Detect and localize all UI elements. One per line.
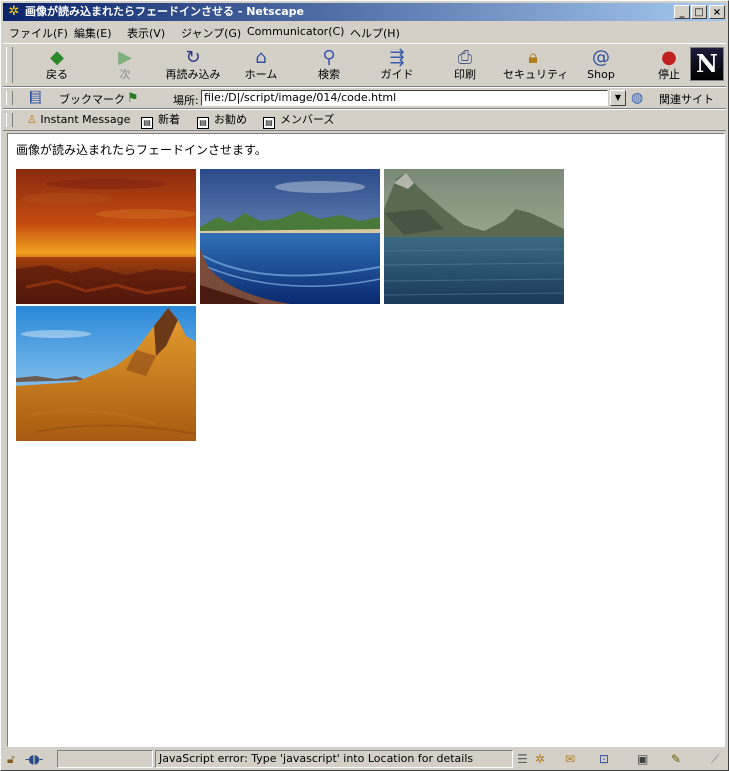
window-title: 画像が読み込まれたらフェードインさせる - Netscape: [25, 5, 304, 18]
menu-file[interactable]: ファイル(F): [9, 25, 68, 41]
sunset-sea-picture: [16, 169, 196, 304]
personal-toolbar: ♙ Instant Message ▤ 新着 ▤ お勧め ▤ メンバーズ: [3, 109, 726, 131]
location-dropdown-button[interactable]: ▼: [610, 90, 626, 106]
discussion-icon[interactable]: ⊡: [599, 752, 609, 766]
minimize-button[interactable]: _: [674, 5, 690, 19]
search-button-label: 検索: [318, 68, 340, 81]
browser-window: ✲ 画像が読み込まれたらフェードインさせる - Netscape _ □ × フ…: [0, 0, 729, 771]
padlock-icon: 🔒︎: [528, 47, 538, 68]
stop-icon: ●: [661, 47, 677, 68]
mountain-lake-picture: [384, 169, 564, 304]
reload-button[interactable]: ↻ 再読み込み: [163, 46, 223, 86]
status-bar: 🔓︎ -◖◗- JavaScript error: Type 'javascri…: [3, 749, 726, 769]
coastal-bay-picture: [200, 169, 380, 304]
title-bar: ✲ 画像が読み込まれたらフェードインさせる - Netscape _ □ ×: [3, 3, 726, 21]
recommend-button[interactable]: ▤ お勧め: [197, 112, 247, 129]
menu-edit[interactable]: 編集(E): [74, 25, 112, 41]
menu-view[interactable]: 表示(V): [127, 25, 165, 41]
members-button[interactable]: ▤ メンバーズ: [263, 112, 334, 129]
netscape-app-icon[interactable]: ✲: [6, 4, 22, 20]
home-button[interactable]: ⌂ ホーム: [231, 46, 291, 86]
related-globe-icon: ◍: [631, 90, 644, 106]
location-toolbar: 📘︎ ブックマーク ⚑ 場所: file:/D|/script/image/01…: [3, 87, 726, 109]
shop-button[interactable]: @ Shop: [571, 46, 631, 86]
composer-icon[interactable]: ✎: [671, 752, 681, 766]
bookmarks-icon[interactable]: 📘︎: [27, 91, 44, 106]
shop-button-label: Shop: [587, 68, 615, 81]
print-button-label: 印刷: [454, 68, 476, 81]
mountain-lake-image: [384, 169, 564, 304]
members-label: メンバーズ: [280, 113, 335, 126]
location-label: 場所:: [173, 94, 199, 107]
forward-button-label: 次: [119, 68, 131, 81]
resize-grip-icon[interactable]: ⟋: [711, 752, 719, 766]
navigation-toolbar: ◆ 戻る ▶ 次 ↻ 再読み込み ⌂ ホーム ⚲ 検索 ⇶ ガイド ⎙ 印刷 🔒…: [3, 43, 726, 87]
navigator-icon[interactable]: ✲: [535, 752, 545, 766]
guide-button-label: ガイド: [380, 68, 414, 81]
mail-icon[interactable]: ✉: [565, 752, 575, 766]
print-button[interactable]: ⎙ 印刷: [435, 46, 495, 86]
recommend-label: お勧め: [214, 113, 247, 126]
close-button[interactable]: ×: [709, 5, 725, 19]
page-proxy-icon[interactable]: ⚑: [127, 91, 139, 106]
progress-bar: [57, 750, 153, 768]
back-button-label: 戻る: [46, 68, 68, 81]
location-input[interactable]: file:/D|/script/image/014/code.html: [201, 90, 608, 106]
person-icon: ♙: [27, 113, 37, 126]
menu-go[interactable]: ジャンプ(G): [181, 25, 241, 41]
page-heading: 画像が読み込まれたらフェードインさせます。: [16, 143, 267, 157]
bookmark-page-icon: ▤: [197, 117, 209, 129]
instant-message-button[interactable]: ♙ Instant Message: [27, 112, 130, 128]
search-button[interactable]: ⚲ 検索: [299, 46, 359, 86]
bookmark-page-icon: ▤: [141, 117, 153, 129]
sunset-sea-image: [16, 169, 196, 304]
security-button[interactable]: 🔒︎ セキュリティ: [503, 46, 569, 86]
forward-arrow-icon: ▶: [118, 47, 132, 68]
desert-peak-picture: [16, 306, 196, 441]
new-button[interactable]: ▤ 新着: [141, 112, 180, 129]
coastal-bay-image: [200, 169, 380, 304]
printer-icon: ⎙: [457, 47, 473, 68]
back-button[interactable]: ◆ 戻る: [27, 46, 87, 86]
security-lock-icon[interactable]: 🔓︎: [7, 752, 15, 766]
shop-icon: @: [592, 47, 610, 68]
desert-peak-image: [16, 306, 196, 441]
related-links-button[interactable]: 関連サイト: [659, 91, 714, 107]
guide-icon: ⇶: [389, 47, 405, 68]
menu-communicator[interactable]: Communicator(C): [247, 25, 344, 38]
menu-bar: ファイル(F) 編集(E) 表示(V) ジャンプ(G) Communicator…: [3, 23, 726, 41]
toolbar-grip[interactable]: [6, 91, 13, 105]
reload-icon: ↻: [185, 47, 201, 68]
security-button-label: セキュリティ: [503, 68, 569, 81]
toolbar-grip[interactable]: [6, 113, 13, 127]
forward-button[interactable]: ▶ 次: [95, 46, 155, 86]
search-icon: ⚲: [322, 47, 336, 68]
toolbar-grip[interactable]: [6, 47, 13, 83]
menu-help[interactable]: ヘルプ(H): [350, 25, 400, 41]
new-label: 新着: [158, 113, 180, 126]
address-book-icon[interactable]: ▣: [637, 752, 648, 766]
back-arrow-icon: ◆: [50, 47, 64, 68]
online-connection-icon[interactable]: -◖◗-: [25, 752, 43, 766]
instant-message-label: Instant Message: [40, 113, 131, 126]
component-bar-grip-icon[interactable]: ☰: [517, 752, 528, 766]
home-button-label: ホーム: [244, 68, 278, 81]
home-icon: ⌂: [255, 47, 267, 68]
bookmarks-button[interactable]: ブックマーク: [59, 91, 125, 107]
netscape-logo[interactable]: N: [690, 47, 724, 81]
status-message: JavaScript error: Type 'javascript' into…: [155, 750, 513, 768]
guide-button[interactable]: ⇶ ガイド: [367, 46, 427, 86]
bookmark-page-icon: ▤: [263, 117, 275, 129]
page-content: 画像が読み込まれたらフェードインさせます。: [7, 133, 725, 747]
reload-button-label: 再読み込み: [165, 68, 221, 81]
maximize-button[interactable]: □: [691, 5, 707, 19]
